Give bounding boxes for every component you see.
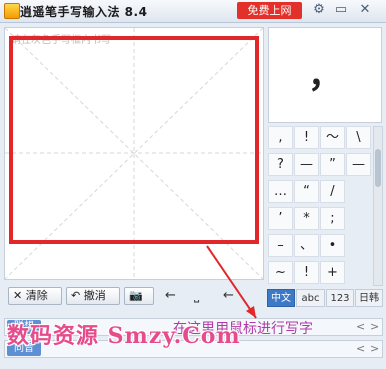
settings-icon[interactable]: ⚙ (311, 2, 327, 18)
undo-button[interactable]: ↶ 撤消 (66, 287, 120, 305)
symbol-category-tabs: 中文 abc 123 日韩 (267, 289, 383, 307)
symbol-cell[interactable]: ’ (268, 207, 293, 230)
symbol-cell[interactable]: ～ (320, 126, 345, 149)
symbol-cell[interactable]: ~ (268, 261, 293, 284)
pad-toolbar: ✕ 清除 ↶ 撤消 📷 ← ⎵ ← (4, 285, 266, 307)
tab-abc[interactable]: abc (296, 289, 325, 307)
symbol-cell[interactable]: \ (346, 126, 371, 149)
symbol-cell[interactable]: ” (320, 153, 345, 176)
app-title: 逍遥笔手写输入法 8.4 (20, 5, 148, 19)
scrollbar-thumb[interactable] (375, 149, 381, 187)
symbol-cell[interactable]: — (346, 153, 371, 176)
symbol-cell[interactable]: * (294, 207, 319, 230)
camera-icon: 📷 (129, 289, 143, 302)
preview-character: ， (308, 56, 342, 96)
candidate-preview[interactable]: ， (268, 27, 382, 123)
next-page-icon[interactable]: > (370, 341, 379, 357)
symbol-cell[interactable]: ! (294, 261, 319, 284)
clear-label: 清除 (25, 289, 48, 302)
undo-icon: ↶ (71, 289, 81, 302)
tab-chinese[interactable]: 中文 (267, 289, 295, 307)
symbol-cell[interactable]: ? (268, 153, 293, 176)
symbol-cell[interactable]: , (268, 126, 293, 149)
tab-123[interactable]: 123 (326, 289, 354, 307)
symbol-cell[interactable]: “ (294, 180, 319, 203)
symbol-cell[interactable]: … (268, 180, 293, 203)
symbol-grid-scrollbar[interactable] (373, 126, 383, 286)
close-icon[interactable]: ✕ (357, 2, 373, 18)
symbol-cell[interactable]: 、 (294, 234, 319, 257)
symbol-cell[interactable]: • (320, 234, 345, 257)
undo-label: 撤消 (83, 289, 106, 302)
clear-icon: ✕ (13, 289, 23, 302)
app-logo-icon (4, 3, 20, 19)
symbol-cell[interactable]: ; (320, 207, 345, 230)
prev-page-icon[interactable]: < (356, 341, 365, 357)
camera-button[interactable]: 📷 (124, 287, 154, 305)
symbol-cell[interactable]: — (294, 153, 319, 176)
symbol-grid: , ? … ’ – ~ ! — “ * 、 ! ～ ” / ; • + \ — (268, 126, 372, 288)
left-arrow-icon[interactable]: ← (165, 287, 176, 305)
title-bar: 逍遥笔手写输入法 8.4 免费上网 ⚙ ▭ ✕ (0, 0, 386, 23)
backspace-icon[interactable]: ← (223, 287, 234, 305)
clear-button[interactable]: ✕ 清除 (8, 287, 62, 305)
symbol-cell[interactable]: / (320, 180, 345, 203)
highlight-rectangle (9, 36, 259, 244)
symbol-cell[interactable]: ! (294, 126, 319, 149)
symbol-cell[interactable]: + (320, 261, 345, 284)
tab-japanese-korean[interactable]: 日韩 (355, 289, 383, 307)
minimize-icon[interactable]: ▭ (333, 2, 349, 18)
symbol-cell[interactable]: – (268, 234, 293, 257)
space-icon[interactable]: ⎵ (194, 287, 199, 305)
free-internet-button[interactable]: 免费上网 (237, 2, 302, 19)
handwriting-pad[interactable]: 请在灰色手写框内书写 (4, 27, 264, 280)
watermark: 数码资源 Smzy.Com (7, 323, 241, 349)
